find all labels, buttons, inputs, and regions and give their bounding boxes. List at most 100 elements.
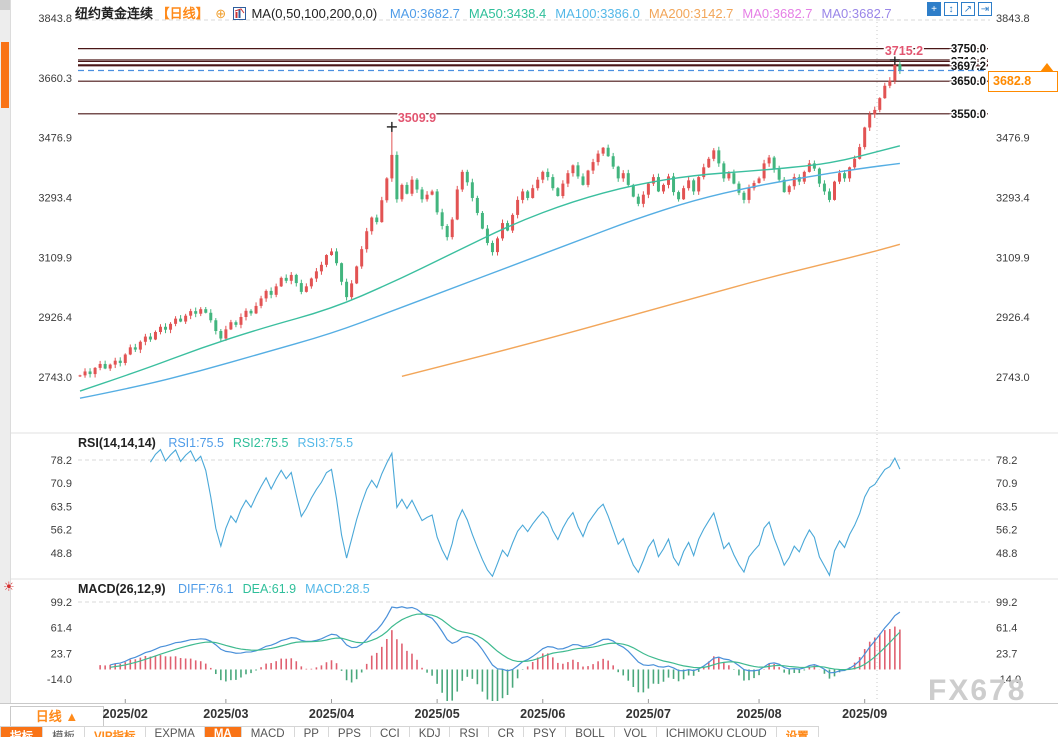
candle-body — [566, 173, 569, 183]
candle-body — [808, 163, 811, 171]
month-label: 2025/07 — [613, 707, 683, 721]
candle-body — [823, 184, 826, 192]
candle-body — [104, 364, 107, 369]
candle-body — [345, 282, 348, 297]
tab-PPS[interactable]: PPS — [329, 727, 371, 737]
chart-canvas[interactable]: 3843.83843.83660.33660.33476.93476.93293… — [0, 0, 1058, 737]
detach-icon[interactable]: ⇥ — [978, 2, 992, 16]
candle-body — [390, 155, 393, 178]
candle-body — [838, 173, 841, 181]
tab-MACD[interactable]: MACD — [242, 727, 295, 737]
candle-body — [315, 271, 318, 278]
candle-body — [727, 173, 730, 178]
axis-tick-label: 61.4 — [51, 623, 72, 635]
candle-body — [139, 342, 142, 350]
tab-KDJ[interactable]: KDJ — [410, 727, 451, 737]
annotation-label: 3509.9 — [398, 111, 436, 125]
candle-body — [863, 128, 866, 148]
tab-设置[interactable]: 设置 — [777, 727, 819, 737]
tab-ICHIMOKU CLOUD[interactable]: ICHIMOKU CLOUD — [657, 727, 777, 737]
month-label: 2025/06 — [508, 707, 578, 721]
chart-graphics: 3843.83843.83660.33660.33476.93476.93293… — [0, 13, 1058, 704]
left-sidebar — [0, 0, 11, 703]
candle-body — [707, 159, 710, 167]
month-label: 2025/09 — [830, 707, 900, 721]
candle-body — [441, 212, 444, 226]
candle-body — [682, 188, 685, 199]
candle-body — [763, 163, 766, 178]
tab-指标[interactable]: 指标 — [0, 727, 43, 737]
rsi-pane-header: RSI(14,14,14) RSI1:75.5RSI2:75.5RSI3:75.… — [78, 436, 353, 450]
candle-body — [657, 177, 660, 191]
candle-body — [119, 361, 122, 363]
tab-PP[interactable]: PP — [295, 727, 329, 737]
pan-icon[interactable]: + — [927, 2, 941, 16]
tab-RSI[interactable]: RSI — [450, 727, 488, 737]
candle-body — [209, 313, 212, 321]
rsi-line — [150, 450, 899, 577]
indicator-tabbar: 指标模板VIP指标EXPMAMAMACDPPPPSCCIKDJRSICRPSYB… — [0, 726, 819, 737]
candle-body — [576, 165, 579, 176]
axis-scale-icon[interactable]: ↗ — [961, 2, 975, 16]
candle-body — [687, 180, 690, 188]
candle-body — [642, 195, 645, 204]
candle-body — [476, 198, 479, 213]
axis-tick-label: -14.0 — [47, 674, 72, 686]
axis-tick-label: 3660.3 — [38, 73, 72, 85]
candle-body — [526, 191, 529, 198]
candle-body — [632, 185, 635, 197]
sidebar-scroll-indicator[interactable] — [1, 42, 9, 108]
axis-tick-label: 63.5 — [51, 502, 72, 514]
tab-模板[interactable]: 模板 — [43, 727, 85, 737]
candle-body — [280, 278, 283, 286]
tab-VIP指标[interactable]: VIP指标 — [85, 727, 146, 737]
candle-body — [219, 331, 222, 339]
tab-CCI[interactable]: CCI — [371, 727, 410, 737]
tab-PSY[interactable]: PSY — [524, 727, 566, 737]
candle-body — [456, 189, 459, 219]
candle-body — [446, 226, 449, 237]
rsi-title: RSI(14,14,14) — [78, 436, 156, 450]
candle-body — [722, 163, 725, 178]
candle-body — [451, 219, 454, 237]
tab-CR[interactable]: CR — [489, 727, 525, 737]
candle-body — [461, 172, 464, 190]
axis-zoom-icon[interactable]: ↕ — [944, 2, 958, 16]
tab-EXPMA[interactable]: EXPMA — [146, 727, 205, 737]
candle-body — [325, 255, 328, 265]
axis-tick-label: 23.7 — [996, 648, 1017, 660]
axis-tick-label: 61.4 — [996, 623, 1017, 635]
candle-body — [250, 311, 253, 314]
candle-body — [637, 197, 640, 204]
compare-add-icon[interactable]: ⊕ — [215, 6, 226, 21]
tab-BOLL[interactable]: BOLL — [566, 727, 614, 737]
candle-body — [582, 176, 585, 184]
tab-VOL[interactable]: VOL — [615, 727, 657, 737]
macd-values: DIFF:76.1DEA:61.9MACD:28.5 — [169, 582, 370, 596]
rsi-values: RSI1:75.5RSI2:75.5RSI3:75.5 — [159, 436, 353, 450]
month-label: 2025/04 — [297, 707, 367, 721]
candle-body — [355, 266, 358, 283]
candle-body — [204, 309, 207, 313]
candle-body — [255, 306, 258, 314]
candle-body — [531, 188, 534, 198]
rsi-values-item: RSI3:75.5 — [298, 436, 354, 450]
candle-body — [174, 319, 177, 324]
candle-body — [546, 172, 549, 177]
indicator-chart-icon[interactable] — [233, 7, 246, 23]
candle-body — [873, 110, 876, 115]
tab-MA[interactable]: MA — [205, 727, 242, 737]
candle-body — [617, 167, 620, 179]
ma-values-item: MA0:3682.7 — [822, 6, 892, 21]
month-label: 2025/03 — [191, 707, 261, 721]
candle-body — [481, 213, 484, 229]
candle-body — [778, 169, 781, 179]
month-label: 2025/02 — [90, 707, 160, 721]
candle-body — [828, 191, 831, 199]
candle-body — [265, 291, 268, 299]
candle-body — [868, 114, 871, 127]
candle-body — [244, 311, 247, 317]
brightness-icon[interactable]: ☀ — [3, 579, 15, 595]
axis-tick-label: 3293.4 — [996, 193, 1030, 205]
candle-body — [305, 286, 308, 292]
